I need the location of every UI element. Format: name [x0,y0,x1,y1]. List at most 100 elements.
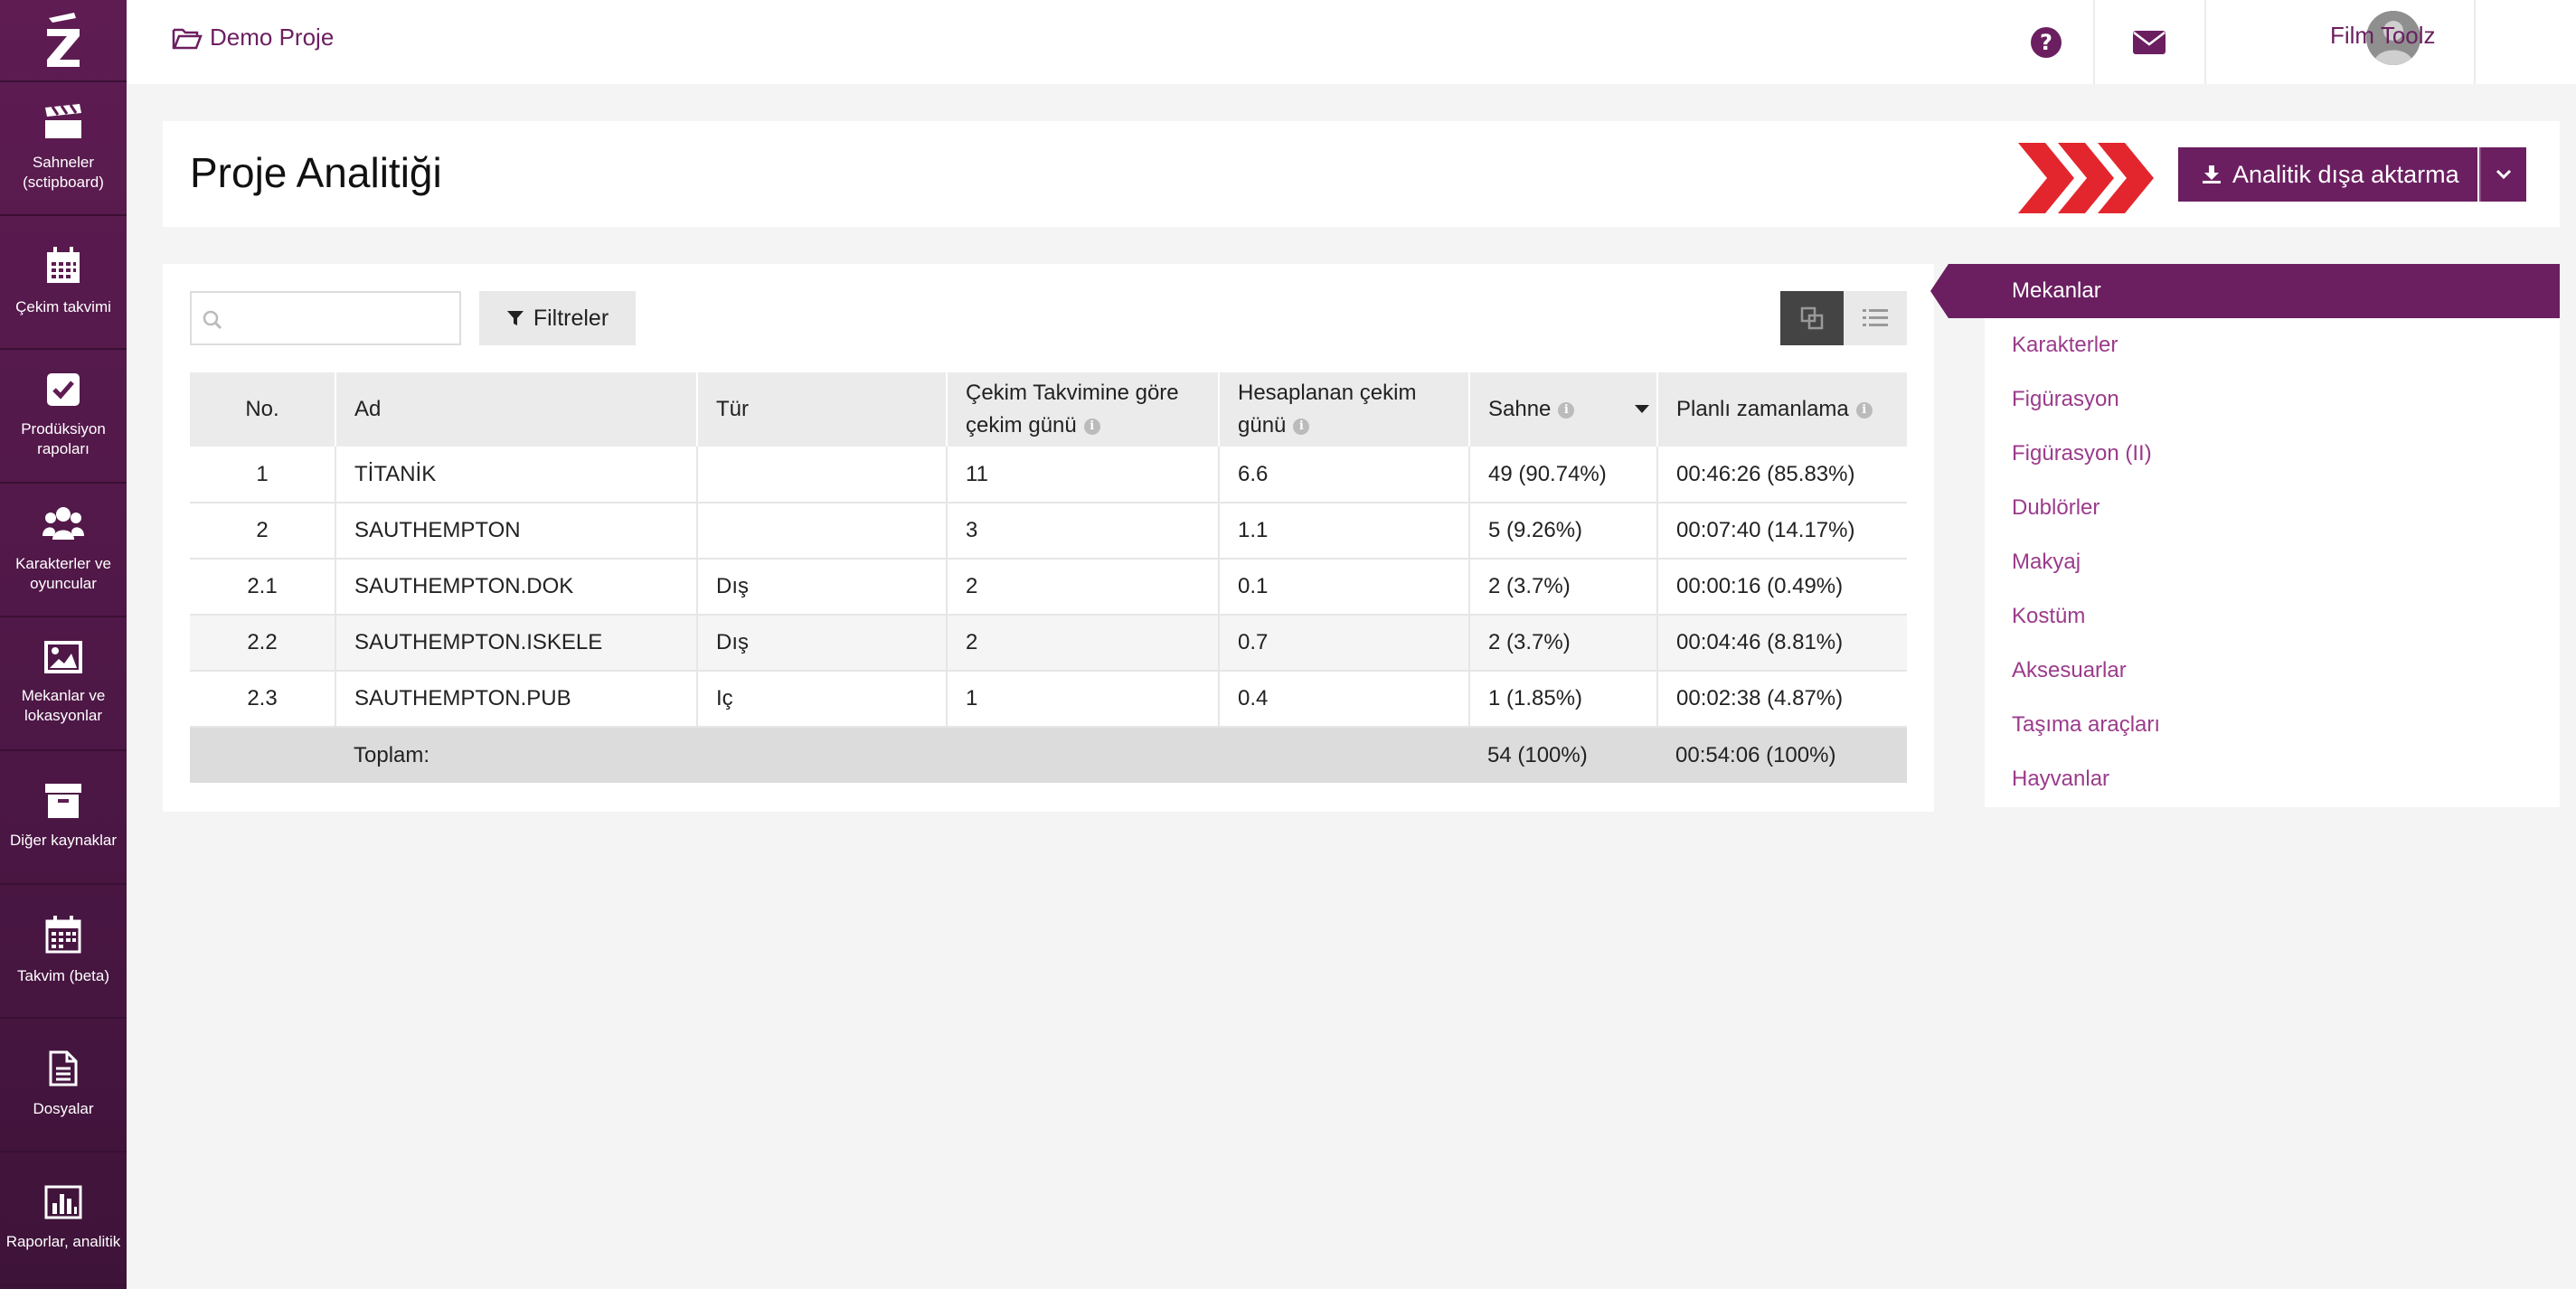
cell-type: Dış [697,615,948,672]
menu-item-animals[interactable]: Hayvanlar [2012,767,2109,792]
cell-name: SAUTHEMPTON.ISKELE [335,615,698,672]
sidebar-item-scenes[interactable]: Sahneler (sctipboard) [0,82,127,216]
sort-down-icon[interactable] [1635,405,1649,414]
col-header-no[interactable]: No. [190,372,336,447]
cell-scene: 2 (3.7%) [1469,615,1658,672]
menu-item-costume[interactable]: Kostüm [2012,604,2085,629]
cell-calculated-days: 0.1 [1219,559,1470,616]
sidebar-item-label: Çekim takvimi [15,298,111,315]
analytics-table: No. Ad Tür Çekim Takvimine göre çekim gü… [190,372,1907,783]
filters-button[interactable]: Filtreler [479,291,636,345]
search-input[interactable] [190,291,461,345]
cell-no: 2 [190,503,336,560]
list-icon [1863,309,1888,326]
col-header-type[interactable]: Tür [697,372,948,447]
app-logo[interactable] [0,0,127,82]
bar-chart-icon [44,1185,82,1219]
menu-item-locations[interactable]: Mekanlar [2012,278,2101,304]
info-icon[interactable]: i [1293,418,1310,435]
cell-name: SAUTHEMPTON.PUB [335,671,698,728]
folder-open-icon [172,28,203,49]
menu-item-props[interactable]: Aksesuarlar [2012,658,2127,683]
filter-icon [506,311,524,325]
help-button[interactable]: ? [2019,0,2073,84]
header-line: günü [1238,413,1287,438]
cell-name: SAUTHEMPTON.DOK [335,559,698,616]
col-header-calculated-days[interactable]: Hesaplanan çekim günü i [1219,372,1470,447]
grouped-view-button[interactable] [1780,291,1844,345]
breadcrumb[interactable]: Demo Proje [172,24,334,52]
cell-planned: 00:04:46 (8.81%) [1657,615,1907,672]
total-planned: 00:54:06 (100%) [1657,727,1907,783]
divider [2204,0,2206,84]
divider [2479,147,2481,202]
menu-item-extras[interactable]: Figürasyon [2012,387,2119,412]
sidebar-item-label: Karakterler ve oyuncular [15,555,111,592]
header-line: çekim günü [966,413,1077,438]
page-header: Proje Analitiği Analitik dışa aktarma [163,121,2560,227]
cell-type: Dış [697,559,948,616]
menu-item-vehicles[interactable]: Taşıma araçları [2012,712,2160,738]
info-icon[interactable]: i [1558,401,1575,419]
table-row[interactable]: 2 SAUTHEMPTON 3 1.1 5 (9.26%) 00:07:40 (… [190,503,1907,560]
page-title: Proje Analitiği [190,149,442,196]
menu-item-characters[interactable]: Karakterler [2012,333,2118,358]
cell-type [697,503,948,560]
col-header-scene[interactable]: Sahne i [1469,372,1658,447]
sidebar-item-label: Dosyalar [33,1100,94,1117]
download-icon [2203,165,2221,183]
table-header-row: No. Ad Tür Çekim Takvimine göre çekim gü… [190,372,1907,447]
total-label: Toplam: [335,727,697,783]
table-row[interactable]: 2.3 SAUTHEMPTON.PUB Iç 1 0.4 1 (1.85%) 0… [190,671,1907,728]
sidebar-item-reports[interactable]: Raporlar, analitik [0,1153,127,1286]
cell-calculated-days: 1.1 [1219,503,1470,560]
cell-scene: 2 (3.7%) [1469,559,1658,616]
sidebar-item-label: Diğer kaynaklar [9,832,118,849]
menu-item-extras-ii[interactable]: Figürasyon (II) [2012,441,2152,466]
info-icon[interactable]: i [1855,401,1873,419]
sidebar-item-files[interactable]: Dosyalar [0,1019,127,1153]
top-bar: Demo Proje ? Film Toolz TR [127,0,2576,84]
user-name[interactable]: Film Toolz [2330,22,2436,50]
sidebar-item-production-reports[interactable]: Prodüksiyon rapoları [0,350,127,484]
cell-scene: 49 (90.74%) [1469,447,1658,503]
cell-no: 1 [190,447,336,503]
list-view-button[interactable] [1844,291,1907,345]
analytics-category-menu: Mekanlar Karakterler Figürasyon Figürasy… [1930,264,2560,807]
header-line: Planlı zamanlama [1676,397,1849,421]
messages-button[interactable] [2120,0,2178,84]
sidebar-item-locations[interactable]: Mekanlar ve lokasyonlar [0,617,127,751]
menu-item-stunts[interactable]: Dublörler [2012,495,2099,521]
chevron-down-icon [2496,169,2512,180]
cell-scene: 1 (1.85%) [1469,671,1658,728]
sidebar-item-calendar-beta[interactable]: Takvim (beta) [0,885,127,1019]
header-line: Çekim Takvimine göre [966,381,1179,405]
menu-item-makeup[interactable]: Makyaj [2012,550,2081,575]
image-icon [44,641,82,673]
export-dropdown-toggle[interactable] [2481,147,2526,202]
col-header-name[interactable]: Ad [335,372,698,447]
sidebar-item-label: Takvim (beta) [16,967,110,984]
col-header-schedule-days[interactable]: Çekim Takvimine göre çekim günü i [947,372,1220,447]
filters-label: Filtreler [533,305,609,331]
sidebar-item-characters[interactable]: Karakterler ve oyuncular [0,484,127,617]
sidebar-item-schedule[interactable]: Çekim takvimi [0,216,127,350]
sidebar-item-label: Raporlar, analitik [5,1233,121,1250]
table-row[interactable]: 2.1 SAUTHEMPTON.DOK Dış 2 0.1 2 (3.7%) 0… [190,559,1907,616]
cell-schedule-days: 1 [947,671,1220,728]
table-row[interactable]: 1 TİTANİK 11 6.6 49 (90.74%) 00:46:26 (8… [190,447,1907,503]
cell-type [697,447,948,503]
divider [2474,0,2476,84]
table-row[interactable]: 2.2 SAUTHEMPTON.ISKELE Dış 2 0.7 2 (3.7%… [190,615,1907,672]
cell-schedule-days: 2 [947,559,1220,616]
analytics-panel: Filtreler No. Ad Tür Çekim Takvimine gör… [163,264,1934,812]
cell-planned: 00:00:16 (0.49%) [1657,559,1907,616]
export-analytics-button[interactable]: Analitik dışa aktarma [2178,147,2477,202]
cell-planned: 00:07:40 (14.17%) [1657,503,1907,560]
info-icon[interactable]: i [1083,418,1100,435]
sidebar-item-label: Sahneler (sctipboard) [23,154,104,191]
file-icon [49,1050,78,1087]
cell-empty [1219,727,1469,783]
sidebar-item-other-resources[interactable]: Diğer kaynaklar [0,751,127,885]
col-header-planned[interactable]: Planlı zamanlama i [1657,372,1907,447]
